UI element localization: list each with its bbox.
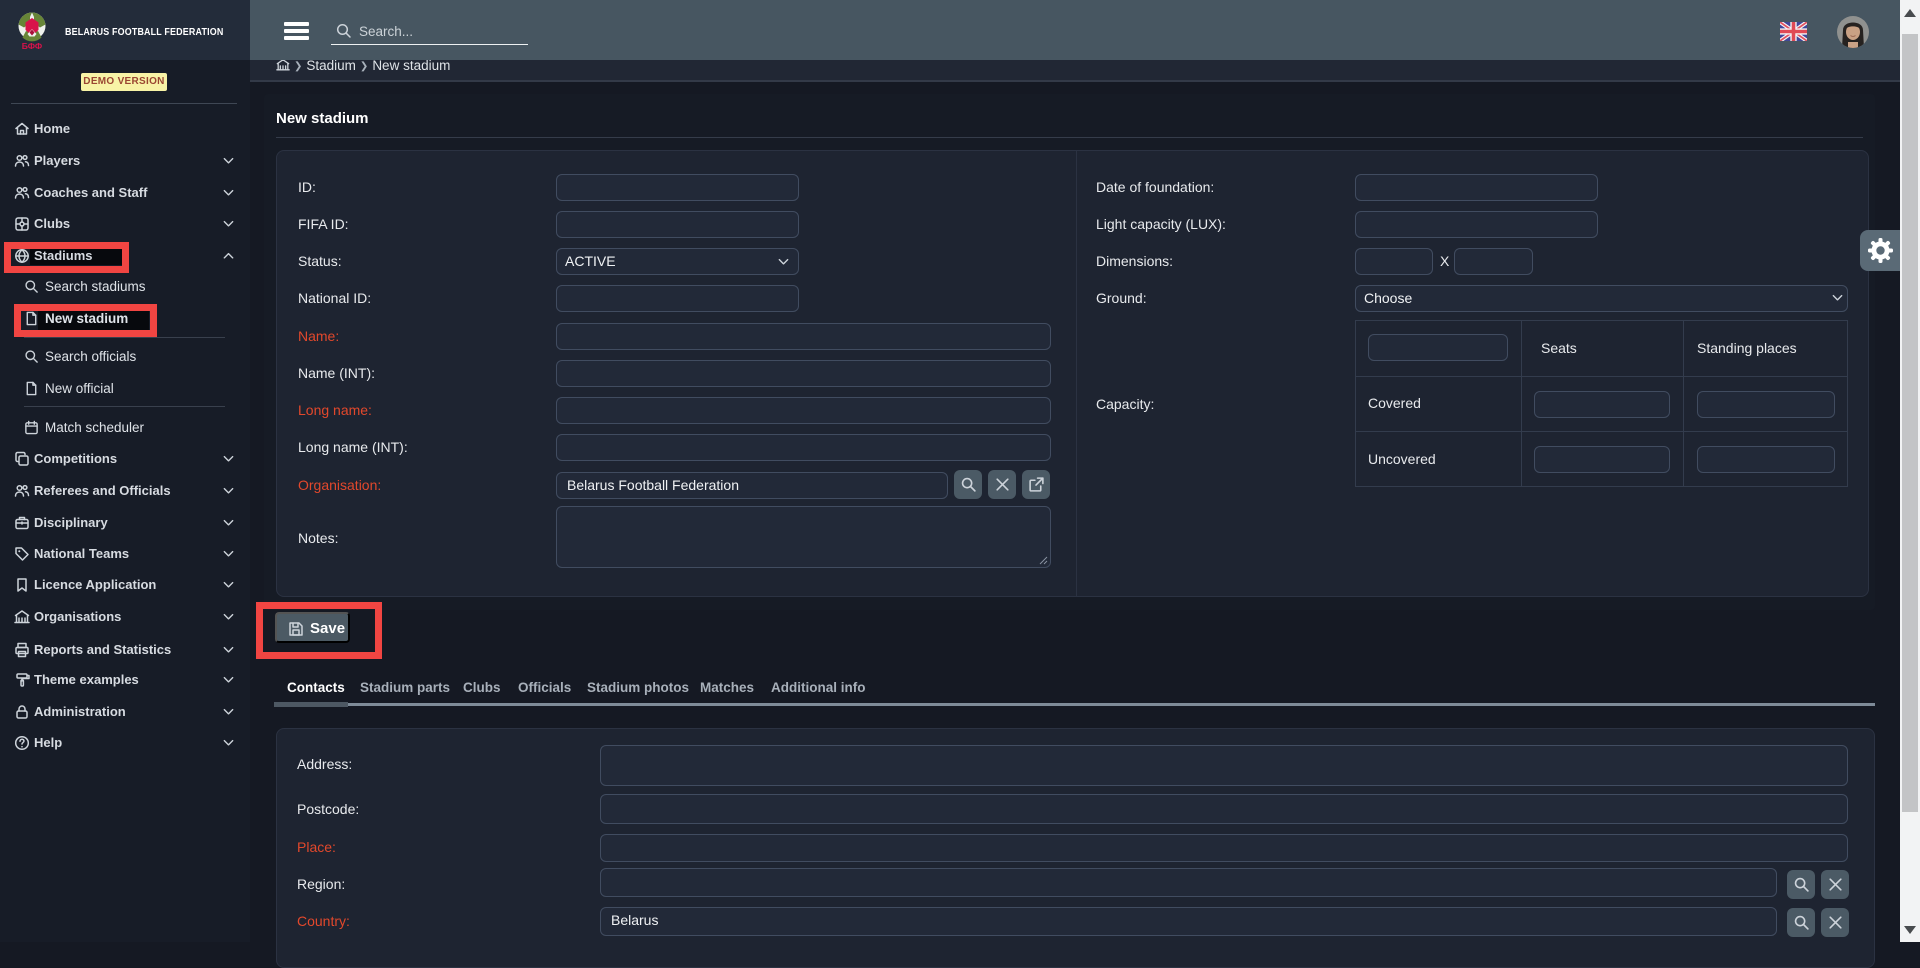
svg-text:БФФ: БФФ — [22, 41, 42, 50]
